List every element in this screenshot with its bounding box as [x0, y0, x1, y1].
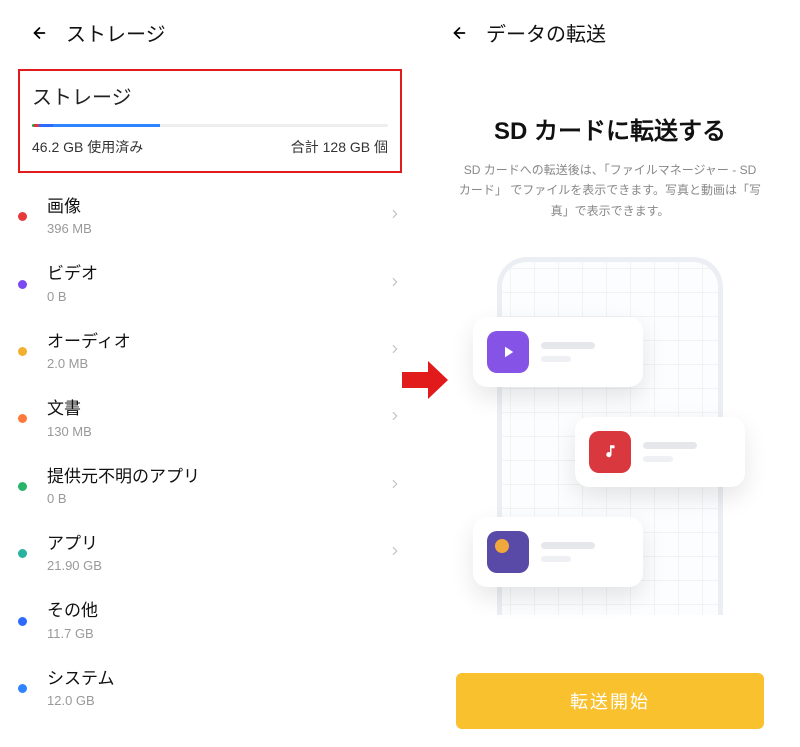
color-dot: [18, 617, 27, 626]
storage-item-label: その他: [47, 601, 388, 621]
illus-card-photo: [473, 517, 643, 587]
color-dot: [18, 549, 27, 558]
storage-summary-box: ストレージ 46.2 GB 使用済み 合計 128 GB 個: [18, 69, 402, 173]
storage-item-size: 21.90 GB: [47, 558, 388, 573]
storage-item-size: 2.0 MB: [47, 356, 388, 371]
back-icon[interactable]: [26, 22, 48, 44]
right-header-title: データの転送: [486, 18, 606, 47]
storage-item-label: ビデオ: [47, 264, 388, 284]
storage-item-label: 文書: [47, 399, 388, 419]
storage-bar: [32, 124, 388, 127]
music-icon: [589, 431, 631, 473]
storage-item[interactable]: 提供元不明のアプリ 0 B: [18, 453, 402, 520]
storage-item[interactable]: アプリ 21.90 GB: [18, 520, 402, 587]
play-icon: [487, 331, 529, 373]
chevron-right-icon: [388, 544, 402, 563]
color-dot: [18, 482, 27, 491]
storage-item-size: 11.7 GB: [47, 626, 388, 641]
storage-item[interactable]: ビデオ 0 B: [18, 250, 402, 317]
storage-item-size: 130 MB: [47, 424, 388, 439]
photo-icon: [487, 531, 529, 573]
back-icon[interactable]: [446, 22, 468, 44]
left-header-title: ストレージ: [66, 18, 166, 47]
storage-item-label: アプリ: [47, 534, 388, 554]
total-text: 合計 128 GB 個: [291, 137, 388, 157]
start-transfer-button[interactable]: 転送開始: [456, 673, 764, 729]
chevron-right-icon: [388, 409, 402, 428]
storage-item[interactable]: 文書 130 MB: [18, 385, 402, 452]
used-text: 46.2 GB 使用済み: [32, 137, 143, 157]
storage-item[interactable]: オーディオ 2.0 MB: [18, 318, 402, 385]
storage-item-size: 0 B: [47, 491, 388, 506]
storage-item-size: 0 B: [47, 289, 388, 304]
left-header: ストレージ: [0, 0, 420, 65]
right-header: データの転送: [420, 0, 800, 65]
color-dot: [18, 414, 27, 423]
color-dot: [18, 212, 27, 221]
transfer-description: SD カードへの転送後は、「ファイルマネージャー - SD カード」 でファイル…: [431, 160, 789, 221]
transfer-illustration: [465, 257, 755, 615]
storage-item-label: オーディオ: [47, 332, 388, 352]
storage-list: 画像 396 MB ビデオ 0 B オーディオ 2.0 MB 文書 130 MB 提供元不明のア…: [0, 183, 420, 722]
transition-arrow-icon: [400, 355, 450, 410]
transfer-title: SD カードに転送する: [494, 111, 726, 146]
storage-item-label: 画像: [47, 197, 388, 217]
chevron-right-icon: [388, 477, 402, 496]
storage-item-label: システム: [47, 669, 388, 689]
illus-card-video: [473, 317, 643, 387]
storage-section-title: ストレージ: [32, 81, 388, 110]
chevron-right-icon: [388, 207, 402, 226]
storage-item-label: 提供元不明のアプリ: [47, 467, 388, 487]
storage-item: システム 12.0 GB: [18, 655, 402, 722]
color-dot: [18, 280, 27, 289]
storage-item[interactable]: 画像 396 MB: [18, 183, 402, 250]
storage-item-size: 12.0 GB: [47, 693, 388, 708]
illus-card-music: [575, 417, 745, 487]
color-dot: [18, 684, 27, 693]
chevron-right-icon: [388, 275, 402, 294]
storage-item-size: 396 MB: [47, 221, 388, 236]
color-dot: [18, 347, 27, 356]
storage-item: その他 11.7 GB: [18, 587, 402, 654]
